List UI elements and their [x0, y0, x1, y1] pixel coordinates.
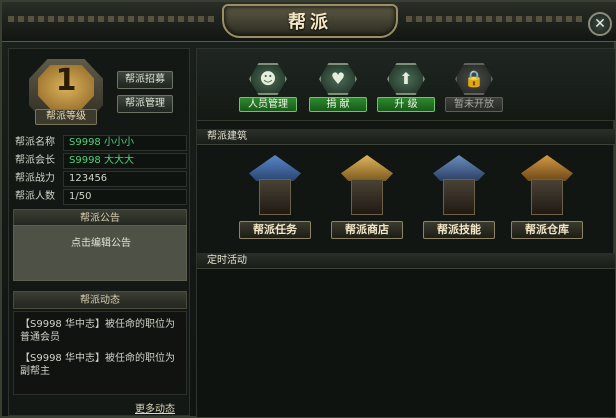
building-quest[interactable]: 帮派任务 [237, 149, 313, 245]
list-item: 【S9998 华中志】被任命的职位为 副帮主 [20, 352, 184, 378]
function-donate[interactable]: ♥ 捐 献 [307, 63, 369, 115]
title-rope-left [8, 16, 214, 22]
person-icon: ☻ [249, 63, 287, 95]
guild-level-number: 1 [55, 63, 77, 98]
guild-leader-value: S9998 大大大 [63, 153, 187, 169]
buildings-header: 帮派建筑 [197, 129, 615, 145]
skill-building-icon [433, 155, 485, 217]
info-row-power: 帮派战力 123456 [15, 171, 187, 187]
info-row-name: 帮派名称 S9998 小小小 [15, 135, 187, 151]
building-warehouse[interactable]: 帮派仓库 [509, 149, 585, 245]
info-label: 帮派会长 [15, 155, 55, 166]
up-arrow-icon: ⬆ [387, 63, 425, 95]
building-label: 帮派技能 [423, 221, 495, 239]
building-shop[interactable]: 帮派商店 [329, 149, 405, 245]
guild-window: 帮派 ✕ 1 帮派等级 帮派招募 帮派管理 帮派名称 S9998 小小小 帮派会… [0, 0, 616, 418]
title-rope-right [406, 16, 582, 22]
close-icon: ✕ [594, 16, 606, 32]
title-bar: 帮派 ✕ [2, 2, 616, 42]
guild-members-value: 1/50 [63, 189, 187, 205]
tower-shape [259, 179, 291, 215]
dynamics-list: 【S9998 华中志】被任命的职位为 普通会员 【S9998 华中志】被任命的职… [13, 311, 187, 395]
more-dynamics-link[interactable]: 更多动态 [135, 400, 187, 415]
guild-info-panel: 1 帮派等级 帮派招募 帮派管理 帮派名称 S9998 小小小 帮派会长 S99… [8, 48, 190, 416]
warehouse-building-icon [521, 155, 573, 217]
function-label: 暂未开放 [445, 97, 503, 112]
dynamic-line: 普通会员 [20, 332, 60, 343]
shop-building-icon [341, 155, 393, 217]
tower-shape [531, 179, 563, 215]
roof-shape [249, 155, 301, 181]
info-row-leader: 帮派会长 S9998 大大大 [15, 153, 187, 169]
function-label: 捐 献 [309, 97, 367, 112]
info-row-members: 帮派人数 1/50 [15, 189, 187, 205]
function-label: 升 级 [377, 97, 435, 112]
quest-building-icon [249, 155, 301, 217]
info-label: 帮派名称 [15, 137, 55, 148]
guild-power-value: 123456 [63, 171, 187, 187]
lock-icon: 🔒 [455, 63, 493, 95]
function-label: 人员管理 [239, 97, 297, 112]
notice-box[interactable]: 点击编辑公告 [13, 225, 187, 281]
function-bar: ☻ 人员管理 ♥ 捐 献 ⬆ 升 级 🔒 暂未开放 [197, 49, 615, 121]
notice-text: 点击编辑公告 [71, 238, 131, 249]
roof-shape [341, 155, 393, 181]
function-members[interactable]: ☻ 人员管理 [237, 63, 299, 115]
function-upgrade[interactable]: ⬆ 升 级 [375, 63, 437, 115]
close-button[interactable]: ✕ [588, 12, 612, 36]
building-label: 帮派任务 [239, 221, 311, 239]
guild-name-value: S9998 小小小 [63, 135, 187, 151]
donate-icon: ♥ [319, 63, 357, 95]
building-label: 帮派商店 [331, 221, 403, 239]
events-area [197, 269, 615, 417]
function-locked: 🔒 暂未开放 [443, 63, 505, 115]
guild-level-label: 帮派等级 [35, 109, 97, 125]
events-header: 定时活动 [197, 253, 615, 269]
tower-shape [351, 179, 383, 215]
dynamics-header: 帮派动态 [13, 291, 187, 309]
dynamic-line: 【S9998 华中志】被任命的职位为 [20, 319, 175, 330]
recruit-button[interactable]: 帮派招募 [117, 71, 173, 89]
manage-button[interactable]: 帮派管理 [117, 95, 173, 113]
dynamic-line: 【S9998 华中志】被任命的职位为 [20, 353, 175, 364]
building-skill[interactable]: 帮派技能 [421, 149, 497, 245]
list-item: 【S9998 华中志】被任命的职位为 普通会员 [20, 318, 184, 344]
tower-shape [443, 179, 475, 215]
info-label: 帮派战力 [15, 173, 55, 184]
roof-shape [521, 155, 573, 181]
info-label: 帮派人数 [15, 191, 55, 202]
guild-main-panel: ☻ 人员管理 ♥ 捐 献 ⬆ 升 级 🔒 暂未开放 帮派建筑 帮派任务 帮派商店… [196, 48, 615, 417]
roof-shape [433, 155, 485, 181]
window-title: 帮派 [288, 12, 332, 33]
building-label: 帮派仓库 [511, 221, 583, 239]
dynamic-line: 副帮主 [20, 366, 50, 377]
